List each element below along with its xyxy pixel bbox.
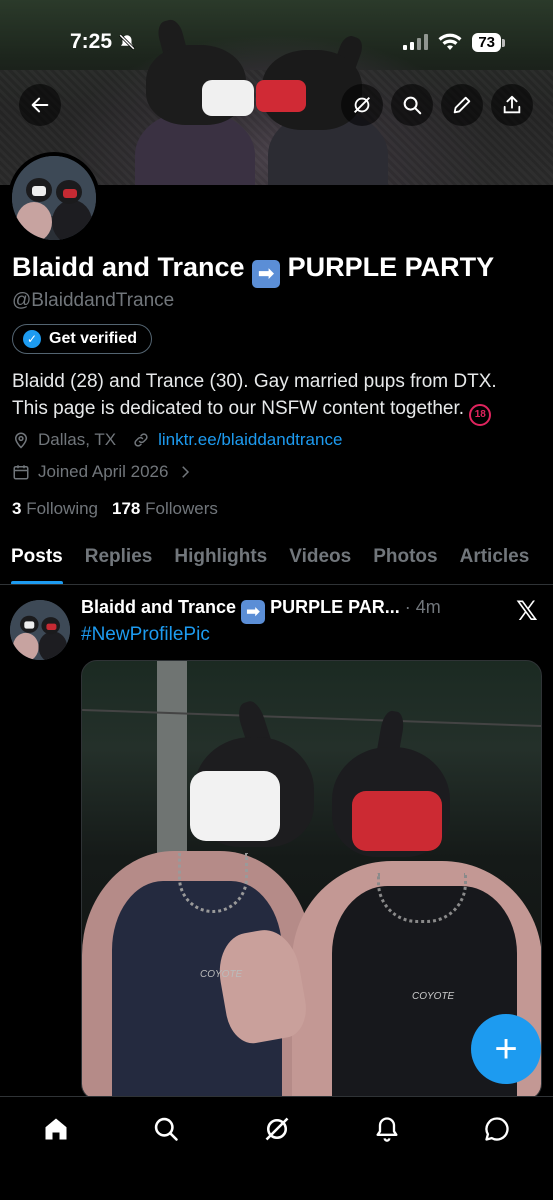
- location-pin-icon: [14, 432, 28, 449]
- profile-avatar[interactable]: [8, 152, 100, 244]
- edit-button[interactable]: [441, 84, 483, 126]
- profile-joined-row[interactable]: Joined April 2026: [12, 462, 194, 482]
- following-label: Following: [26, 499, 99, 518]
- right-arrow-emoji-icon: ➡: [241, 600, 266, 624]
- nav-grok-button[interactable]: [257, 1109, 297, 1149]
- status-time-text: 7:25: [70, 30, 113, 53]
- bio-line-2-row: This page is dedicated to our NSFW conte…: [12, 395, 542, 426]
- image-pole: [157, 661, 187, 861]
- post-header[interactable]: Blaidd and Trance ➡ PURPLE PAR... · 4m: [81, 597, 441, 624]
- image-logo-right: COYOTE: [412, 991, 455, 1002]
- post-author-suffix: PURPLE PAR...: [270, 597, 400, 617]
- silent-bell-icon: [119, 34, 135, 50]
- home-icon: [45, 1118, 67, 1140]
- search-icon: [403, 96, 422, 115]
- calendar-icon: [13, 465, 29, 480]
- post-timestamp: · 4m: [404, 597, 441, 617]
- follow-counts: 3 Following 178 Followers: [12, 499, 218, 519]
- display-name-suffix: PURPLE PARTY: [287, 252, 495, 282]
- followers-link[interactable]: 178 Followers: [112, 499, 218, 519]
- image-string-lights: [82, 708, 541, 728]
- get-verified-button[interactable]: ✓ Get verified: [12, 324, 153, 354]
- battery-indicator: 73: [472, 32, 505, 52]
- avatar-image: [12, 156, 96, 240]
- bio-line-1: Blaidd (28) and Trance (30). Gay married…: [12, 371, 497, 392]
- status-bar: 7:25 73: [0, 24, 553, 60]
- profile-location: Dallas, TX: [38, 430, 117, 449]
- tab-replies[interactable]: Replies: [74, 540, 164, 584]
- nav-home-button[interactable]: [36, 1109, 76, 1149]
- bottom-navigation: [0, 1096, 553, 1200]
- image-snout-white: [190, 771, 280, 841]
- display-name-text: Blaidd and Trance: [12, 252, 245, 282]
- followers-count: 178: [112, 499, 141, 518]
- tab-posts[interactable]: Posts: [0, 540, 74, 584]
- image-logo-left: COYOTE: [200, 969, 243, 980]
- post-avatar-image: [10, 600, 70, 660]
- banner-snout-white: [202, 80, 254, 116]
- followers-label: Followers: [145, 499, 218, 518]
- link-icon: [134, 433, 148, 447]
- signal-icon: [403, 34, 429, 50]
- post-author-name: Blaidd and Trance: [81, 597, 237, 617]
- nav-messages-button[interactable]: [477, 1109, 517, 1149]
- grok-button[interactable]: [341, 84, 383, 126]
- compose-post-button[interactable]: +: [471, 1014, 541, 1084]
- share-icon: [503, 95, 521, 114]
- verified-badge-icon: ✓: [23, 330, 41, 348]
- tab-articles[interactable]: Articles: [449, 540, 541, 584]
- nav-search-button[interactable]: [146, 1109, 186, 1149]
- nav-notifications-button[interactable]: [367, 1109, 407, 1149]
- tab-highlights[interactable]: Highlights: [163, 540, 278, 584]
- back-arrow-icon: [31, 97, 49, 113]
- plus-icon: +: [494, 1027, 518, 1071]
- wifi-icon: [438, 33, 462, 50]
- back-button[interactable]: [19, 84, 61, 126]
- right-arrow-emoji-icon: ➡: [252, 260, 281, 288]
- status-time: 7:25: [70, 30, 136, 54]
- profile-website-link[interactable]: linktr.ee/blaiddandtrance: [158, 430, 342, 450]
- pencil-icon: [453, 96, 471, 114]
- banner-snout-red: [256, 80, 306, 112]
- x-logo-icon: 𝕏: [516, 596, 538, 627]
- chevron-right-icon: [182, 466, 190, 478]
- grok-icon: [354, 97, 370, 113]
- post-hashtag[interactable]: #NewProfilePic: [81, 624, 210, 646]
- profile-location-link-row: Dallas, TX linktr.ee/blaiddandtrance: [12, 430, 342, 450]
- no-under-18-icon: 18: [469, 404, 492, 426]
- bio-line-2: This page is dedicated to our NSFW conte…: [12, 398, 465, 419]
- grok-icon: [265, 1117, 289, 1141]
- tab-videos[interactable]: Videos: [278, 540, 362, 584]
- bell-icon: [376, 1117, 398, 1142]
- profile-bio: Blaidd (28) and Trance (30). Gay married…: [12, 368, 542, 426]
- profile-joined-date: Joined April 2026: [38, 462, 169, 481]
- tab-photos[interactable]: Photos: [362, 540, 448, 584]
- search-button[interactable]: [391, 84, 433, 126]
- post-author-avatar[interactable]: [10, 600, 70, 660]
- share-button[interactable]: [491, 84, 533, 126]
- image-snout-red: [352, 791, 442, 851]
- profile-tabs: Posts Replies Highlights Videos Photos A…: [0, 540, 553, 585]
- profile-display-name: Blaidd and Trance ➡ PURPLE PARTY: [12, 252, 494, 288]
- profile-handle: @BlaiddandTrance: [12, 290, 175, 311]
- following-count: 3: [12, 499, 22, 518]
- search-icon: [154, 1117, 178, 1141]
- status-right: 73: [403, 32, 505, 52]
- get-verified-label: Get verified: [49, 330, 138, 347]
- post-image[interactable]: COYOTE COYOTE: [81, 660, 542, 1100]
- message-icon: [485, 1117, 509, 1141]
- following-link[interactable]: 3 Following: [12, 499, 98, 519]
